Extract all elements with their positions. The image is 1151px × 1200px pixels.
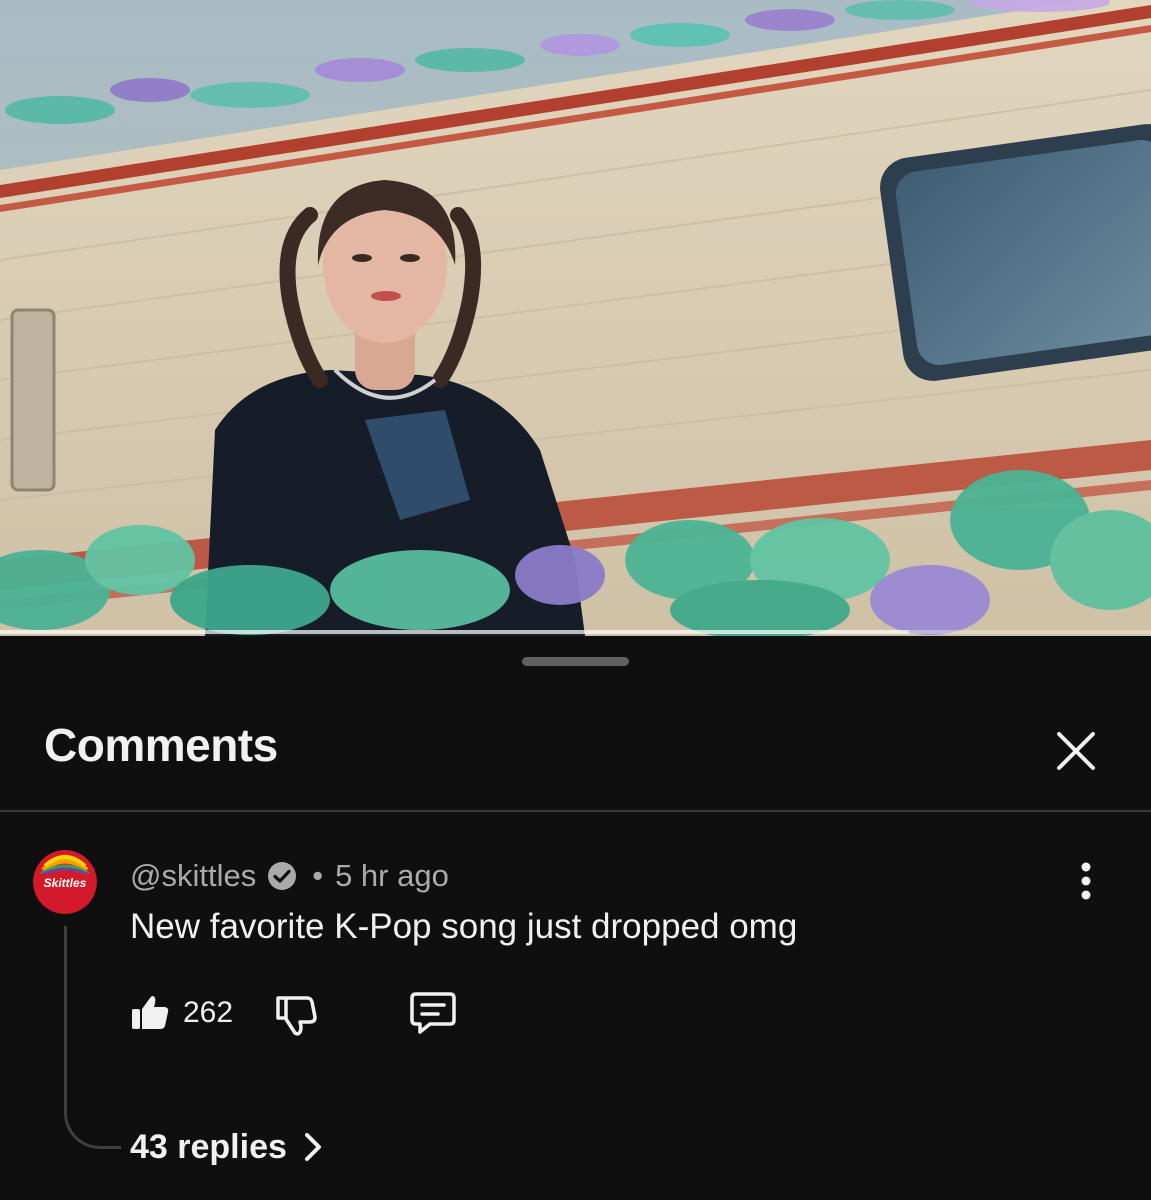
video-progress-bar[interactable] [0,630,1151,634]
dislike-button[interactable] [272,992,322,1042]
skittles-logo-icon: Skittles [33,850,97,914]
svg-text:Skittles: Skittles [44,876,87,890]
meta-separator: • [312,858,324,893]
close-icon [1057,732,1095,770]
view-replies-button[interactable]: 43 replies [130,1122,323,1172]
more-options-button[interactable] [1068,856,1104,906]
comment-actions: 262 [130,986,730,1042]
comment-time: 5 hr ago [335,858,449,893]
comments-sheet: Comments Skittles @skittles • 5 hr ago N… [0,636,1151,1200]
avatar[interactable]: Skittles [33,850,97,914]
comments-header: Comments [0,696,1151,811]
like-button[interactable] [130,992,174,1036]
video-player[interactable] [0,0,1151,636]
verified-check-icon [266,860,298,892]
thread-line [64,926,121,1149]
thumbs-down-icon [276,996,317,1036]
like-count: 262 [183,996,234,1029]
reply-comment-icon [410,992,456,1034]
comment-author[interactable]: @skittles [130,858,256,894]
video-progress-fill [0,630,910,634]
reply-button[interactable] [408,990,460,1040]
drag-handle[interactable] [522,657,629,666]
close-button[interactable] [1047,722,1105,780]
comment-item: Skittles @skittles • 5 hr ago New favori… [0,812,1151,1200]
replies-label: 43 replies [130,1127,287,1166]
video-frame [0,0,1151,636]
more-vertical-icon [1081,862,1091,900]
comments-title: Comments [44,719,278,771]
chevron-right-icon [303,1131,323,1163]
comment-meta: @skittles • 5 hr ago [130,856,449,896]
thumbs-up-icon [132,996,169,1029]
comment-text: New favorite K-Pop song just dropped omg [130,907,798,946]
